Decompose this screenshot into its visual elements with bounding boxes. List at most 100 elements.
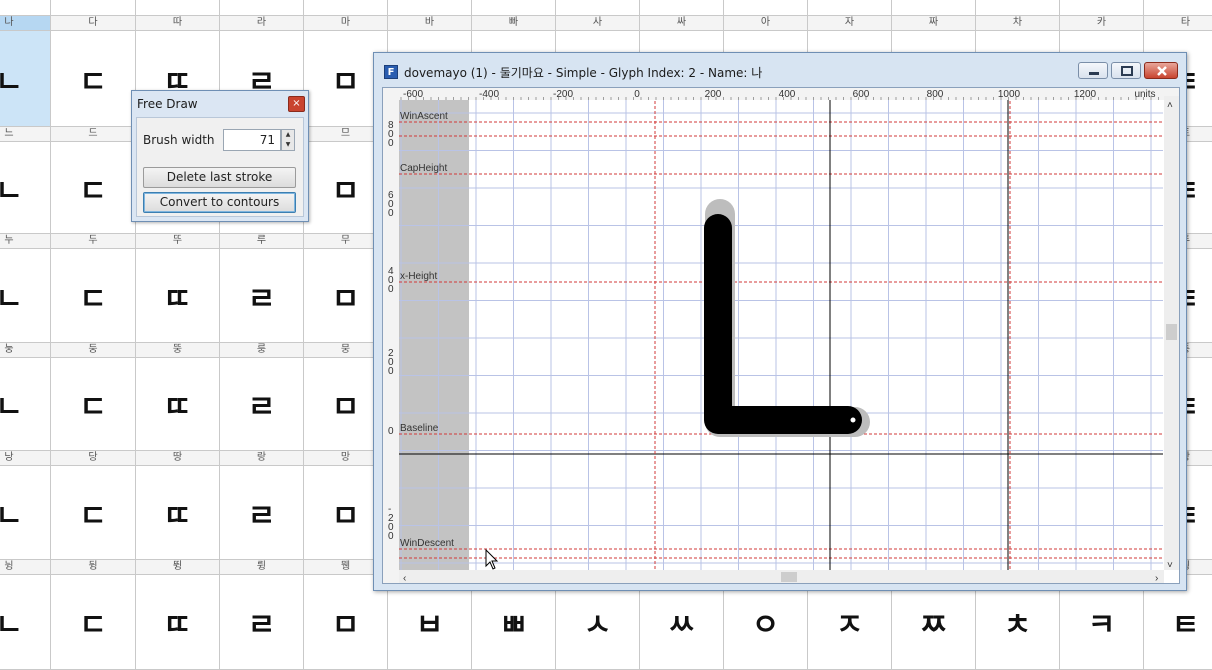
glyph-cell[interactable] [892,0,976,16]
free-draw-dialog[interactable]: Free Draw × Brush width 71 ▲ ▼ Delete la… [131,90,309,222]
glyph-window-titlebar[interactable]: F dovemayo (1) - 둘기마요 - Simple - Glyph I… [374,53,1186,87]
glyph-cell[interactable] [556,0,640,16]
glyph-cell[interactable] [724,0,808,16]
convert-to-contours-button[interactable]: Convert to contours [143,192,296,213]
glyph-cell[interactable]: 뒹ㄷ [51,560,136,670]
glyph-cell[interactable]: 뚜ㄸ [136,234,220,343]
glyph-cell[interactable]: 륑ㄹ [220,560,304,670]
vertical-ruler-label: 0 [388,531,394,542]
brush-width-input[interactable]: 71 [223,129,281,151]
glyph-preview: ㄷ [79,281,107,317]
glyph-cell-label: 아 [724,16,807,31]
glyph-cell-label: 짜 [892,16,975,31]
dialog-close-button[interactable]: × [288,96,305,112]
minimize-button[interactable] [1078,62,1108,79]
glyph-cell[interactable]: 당ㄷ [51,451,136,560]
vertical-ruler-label: 0 [388,208,394,219]
glyph-canvas[interactable]: WinAscent CapHeight x-Height Baseline WinDes… [382,87,1180,584]
glyph-cell[interactable]: 뉭ㄴ [0,560,51,670]
glyph-cell-label: 나 [0,16,50,31]
spin-up-icon[interactable]: ▲ [282,130,294,140]
glyph-cell-label: 라 [220,16,303,31]
glyph-cell-label: 바 [388,16,471,31]
maximize-button[interactable] [1111,62,1141,79]
glyph-cell[interactable]: 드ㄷ [51,127,136,234]
glyph-cell[interactable]: 누ㄴ [0,234,51,343]
glyph-cell[interactable]: 나ㄴ [0,16,51,127]
glyph-cell[interactable]: 둥ㄷ [51,343,136,451]
glyph-cell-label: 따 [136,16,219,31]
vertical-ruler-label: 0 [388,366,394,377]
glyph-cell-label: 싸 [640,16,723,31]
glyph-cell[interactable]: 뚱ㄸ [136,343,220,451]
glyph-cell[interactable] [0,0,51,16]
glyph-cell[interactable] [808,0,892,16]
glyph-cell[interactable]: 눙ㄴ [0,343,51,451]
glyph-cell-label: 뜅 [136,560,219,575]
brush-width-spinner[interactable]: ▲ ▼ [281,129,295,151]
brush-stroke-shadow [705,199,870,437]
glyph-cell[interactable] [1144,0,1212,16]
glyph-drawing-area[interactable]: WinAscent CapHeight x-Height Baseline WinDes… [383,88,1179,583]
glyph-cell[interactable]: 땅ㄸ [136,451,220,560]
glyph-preview: ㄷ [79,498,107,534]
glyph-edit-window[interactable]: F dovemayo (1) - 둘기마요 - Simple - Glyph I… [373,52,1187,591]
glyph-preview: ㄷ [79,173,107,209]
glyph-cell-label: 다 [51,16,135,31]
glyph-cell[interactable]: 루ㄹ [220,234,304,343]
ruler-label: 600 [853,89,870,100]
glyph-cell-label: 마 [304,16,387,31]
glyph-cell[interactable]: 룽ㄹ [220,343,304,451]
glyph-cell-label: 두 [51,234,135,249]
glyph-preview: ㄸ [163,281,192,317]
horizontal-scroll-thumb [781,572,797,582]
glyph-preview: ㄹ [247,498,276,534]
glyph-cell[interactable] [976,0,1060,16]
glyph-cell-label: 빠 [472,16,555,31]
mouse-cursor-icon [485,548,499,570]
glyph-cell-label: 당 [51,451,135,466]
spin-down-icon[interactable]: ▼ [282,140,294,150]
glyph-cell[interactable] [1060,0,1144,16]
vertical-ruler-label: 0 [388,138,394,149]
vertical-ruler-label: 0 [388,426,394,437]
glyph-preview: ㄴ [0,498,23,534]
ruler-label: -400 [479,89,499,100]
glyph-cell-label: 누 [0,234,50,249]
glyph-cell[interactable]: 랑ㄹ [220,451,304,560]
glyph-cell[interactable]: 느ㄴ [0,127,51,234]
restore-icon [1121,66,1133,76]
scroll-up-icon: ˄ [1167,100,1173,111]
glyph-cell-label: 카 [1060,16,1143,31]
glyph-preview: ㄴ [0,173,23,209]
glyph-cell[interactable] [472,0,556,16]
glyph-cell[interactable]: 다ㄷ [51,16,136,127]
glyph-cell[interactable] [304,0,388,16]
glyph-cell[interactable] [640,0,724,16]
ruler-label: 0 [634,89,640,100]
delete-last-stroke-button[interactable]: Delete last stroke [143,167,296,188]
glyph-preview: ㄴ [0,31,50,126]
glyph-cell[interactable] [388,0,472,16]
vertical-ruler-label: 0 [388,284,394,295]
glyph-preview: ㄴ [0,390,23,425]
metric-label: Baseline [400,423,439,434]
glyph-preview: ㄹ [247,390,276,425]
glyph-cell[interactable] [51,0,136,16]
close-button[interactable] [1144,62,1178,79]
glyph-cell-label: 뚱 [136,343,219,358]
scroll-right-icon: › [1155,573,1158,583]
glyph-cell[interactable] [220,0,304,16]
scroll-left-icon: ‹ [403,573,406,583]
glyph-cell[interactable]: 낭ㄴ [0,451,51,560]
ruler-label: units [1134,89,1155,100]
brush-width-label: Brush width [143,133,215,147]
metric-label: WinAscent [400,111,448,122]
glyph-cell[interactable]: 뜅ㄸ [136,560,220,670]
glyph-cell[interactable] [136,0,220,16]
dialog-title: Free Draw [137,97,198,111]
glyph-preview: ㄸ [163,390,192,425]
glyph-preview: ㄹ [247,608,276,643]
glyph-cell[interactable]: 두ㄷ [51,234,136,343]
glyph-cell-label: 룽 [220,343,303,358]
